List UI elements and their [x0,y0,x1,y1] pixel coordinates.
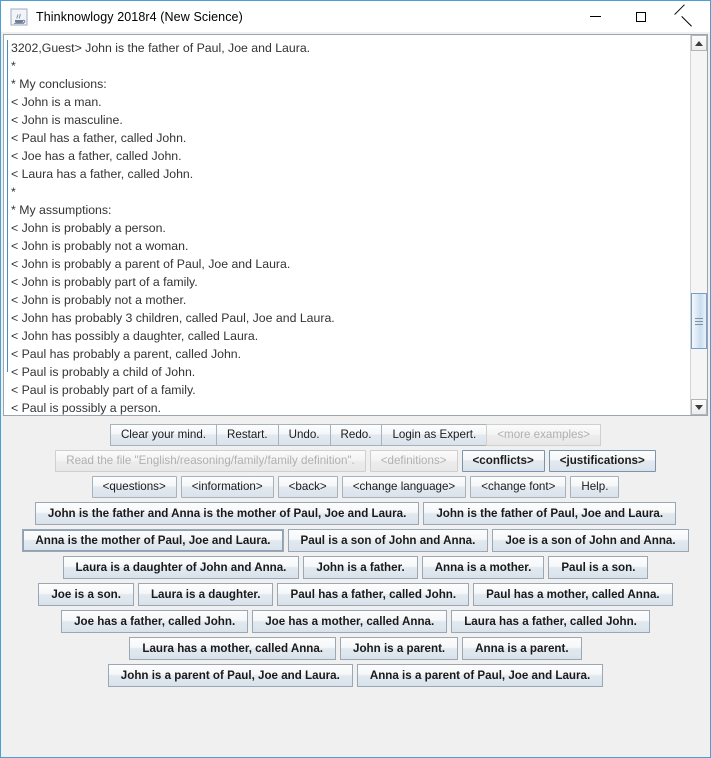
command-button[interactable]: Help. [570,476,620,498]
console-line: * [11,59,16,73]
suggestion-button[interactable]: Paul has a father, called John. [277,583,470,606]
application-window: Thinknowlogy 2018r4 (New Science) 3202,G… [0,0,711,758]
console-vertical-scrollbar[interactable] [690,35,707,415]
scroll-up-icon [695,40,703,46]
console-lines: 3202,Guest> John is the father of Paul, … [8,39,690,415]
command-button: Read the file "English/reasoning/family/… [55,450,366,472]
suggestion-button[interactable]: Laura is a daughter of John and Anna. [62,556,300,579]
command-button[interactable]: <questions> [91,476,177,498]
suggestion-button[interactable]: John is a parent of Paul, Joe and Laura. [107,664,353,687]
command-button-row-3: <questions> <information> <back> <change la… [1,476,710,498]
console-line: * [11,185,16,199]
suggestion-button[interactable]: Paul is a son of John and Anna. [287,529,489,552]
suggestion-button[interactable]: Joe has a father, called John. [61,610,249,633]
suggestion-button[interactable]: John is a father. [303,556,418,579]
console-line: < John is probably not a mother. [11,293,187,307]
console-line: < John is masculine. [11,113,123,127]
suggestion-button[interactable]: Joe has a mother, called Anna. [252,610,448,633]
window-controls [572,1,710,32]
suggestion-button[interactable]: Paul is a son. [548,556,649,579]
console-line: < John is probably not a woman. [11,239,189,253]
suggestion-row: Anna is the mother of Paul, Joe and Laur… [1,529,710,552]
suggestion-button[interactable]: Laura is a daughter. [137,583,274,606]
client-area: 3202,Guest> John is the father of Paul, … [1,32,710,757]
console-line: < John is probably a person. [11,221,166,235]
suggestion-button[interactable]: Anna is a mother. [421,556,545,579]
text-caret [7,40,8,372]
maximize-button[interactable] [618,1,664,32]
suggestion-button[interactable]: Anna is a parent. [462,637,582,660]
console-line: < John has probably 3 children, called P… [11,311,335,325]
suggestion-button[interactable]: Laura has a mother, called Anna. [129,637,337,660]
command-button[interactable]: <back> [277,476,338,498]
suggestion-row: Laura is a daughter of John and Anna. Joh… [1,556,710,579]
command-button[interactable]: Login as Expert. [381,424,488,446]
java-coffee-cup-icon [10,8,28,26]
window-title: Thinknowlogy 2018r4 (New Science) [36,9,243,24]
control-panel: Clear your mind. Restart. Undo. Redo. Login … [1,416,710,757]
console-line: < John has possibly a daughter, called L… [11,329,259,343]
console-line: < Joe has a father, called John. [11,149,182,163]
suggestion-button[interactable]: Laura has a father, called John. [451,610,650,633]
console-line: * My assumptions: [11,203,112,217]
command-button[interactable]: <change language> [341,476,467,498]
command-button: <more examples> [486,424,602,446]
console-line: * My conclusions: [11,77,107,91]
suggestion-button[interactable]: Anna is a parent of Paul, Joe and Laura. [356,664,604,687]
suggestion-button[interactable]: John is a parent. [340,637,459,660]
suggestion-row: Joe is a son. Laura is a daughter. Paul ha… [1,583,710,606]
console-line: < Paul is possibly a person. [11,401,162,415]
suggestion-button[interactable]: Joe is a son of John and Anna. [492,529,689,552]
suggestion-button[interactable]: John is the father of Paul, Joe and Laur… [423,502,677,525]
suggestion-button[interactable]: Paul has a mother, called Anna. [473,583,673,606]
scroll-down-icon [695,404,703,410]
scroll-down-button[interactable] [691,399,707,415]
command-button: <definitions> [369,450,458,472]
suggestion-row: John is a parent of Paul, Joe and Laura.… [1,664,710,687]
minimize-button[interactable] [572,1,618,32]
console-line: < Paul has a father, called John. [11,131,187,145]
suggestion-button[interactable]: Anna is the mother of Paul, Joe and Laur… [22,529,284,552]
console-line: < Paul has probably a parent, called Joh… [11,347,242,361]
console-textarea[interactable]: 3202,Guest> John is the father of Paul, … [4,35,690,415]
suggestion-row: Joe has a father, called John. Joe has a … [1,610,710,633]
command-button[interactable]: Restart. [216,424,279,446]
suggestion-button-area: John is the father and Anna is the mothe… [1,502,710,687]
console-line: < John is probably part of a family. [11,275,198,289]
command-button[interactable]: <justifications> [548,450,656,472]
console-panel: 3202,Guest> John is the father of Paul, … [3,34,708,416]
scrollbar-grip-icon [695,316,703,327]
command-button[interactable]: Clear your mind. [109,424,217,446]
console-line: 3202,Guest> John is the father of Paul, … [11,41,311,55]
console-line: < Laura has a father, called John. [11,167,194,181]
minimize-icon [589,16,601,17]
maximize-icon [636,11,646,22]
console-line: < John is a man. [11,95,102,109]
console-line: < Paul is probably a child of John. [11,365,196,379]
command-button[interactable]: <conflicts> [461,450,545,472]
command-button-row-1: Clear your mind. Restart. Undo. Redo. Login … [1,424,710,446]
title-bar: Thinknowlogy 2018r4 (New Science) [1,1,710,33]
close-button[interactable] [664,1,710,32]
scroll-up-button[interactable] [691,35,707,51]
suggestion-row: Laura has a mother, called Anna. John is … [1,637,710,660]
suggestion-button[interactable]: Joe is a son. [38,583,134,606]
command-button[interactable]: <change font> [470,476,567,498]
close-icon [682,11,693,22]
suggestion-row: John is the father and Anna is the mothe… [1,502,710,525]
command-button-row-2: Read the file "English/reasoning/family/… [1,450,710,472]
console-line: < John is probably a parent of Paul, Joe… [11,257,291,271]
command-button[interactable]: Undo. [277,424,331,446]
command-button[interactable]: Redo. [329,424,383,446]
scrollbar-thumb[interactable] [691,293,707,349]
console-line: < Paul is probably part of a family. [11,383,196,397]
suggestion-button[interactable]: John is the father and Anna is the mothe… [34,502,420,525]
command-button[interactable]: <information> [180,476,274,498]
